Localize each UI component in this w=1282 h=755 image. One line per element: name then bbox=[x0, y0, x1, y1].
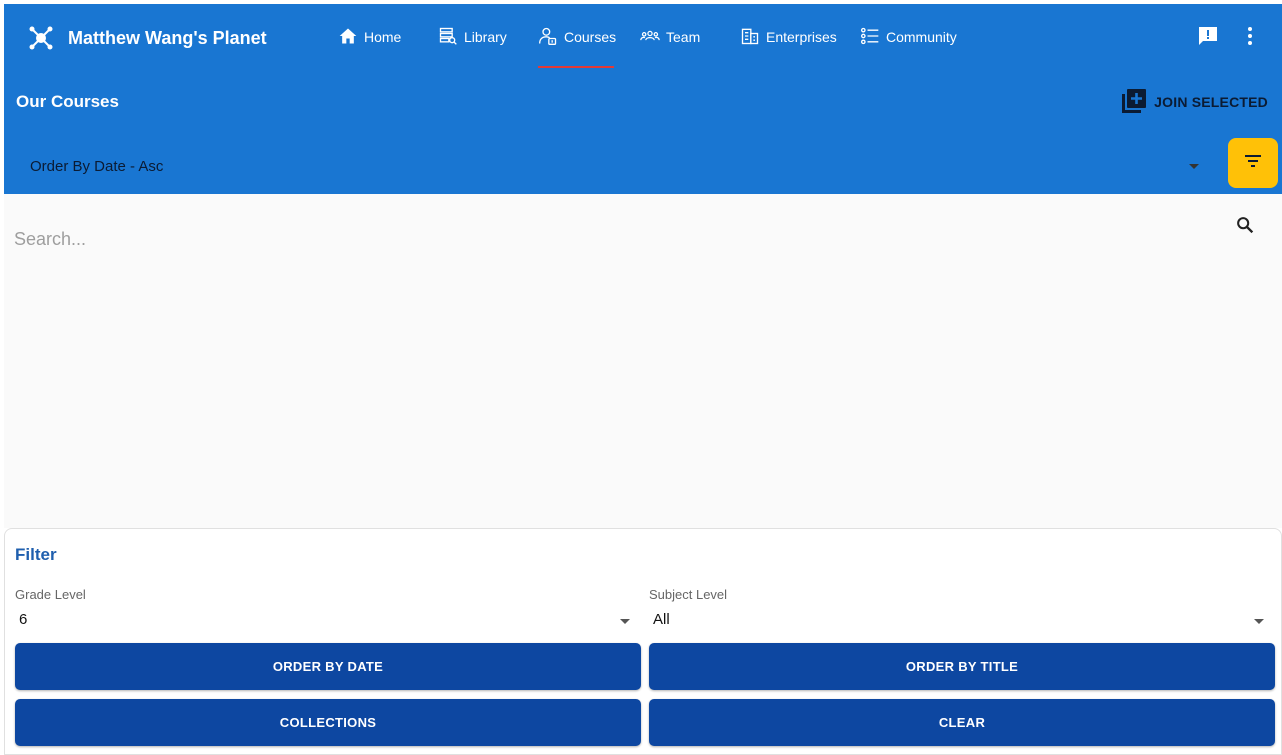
more-vert-icon[interactable] bbox=[1238, 24, 1262, 48]
join-selected-button[interactable]: JOIN SELECTED bbox=[1120, 86, 1268, 118]
arrow-drop-down-icon bbox=[1188, 158, 1200, 175]
grade-level-select[interactable]: Grade Level 6 bbox=[15, 585, 641, 633]
nav-community[interactable]: Community bbox=[860, 24, 957, 50]
courses-icon bbox=[538, 26, 558, 49]
top-app-bar: Matthew Wang's Planet Home Library Cours… bbox=[4, 4, 1282, 194]
join-selected-label: JOIN SELECTED bbox=[1154, 94, 1268, 110]
enterprises-icon bbox=[740, 26, 760, 49]
grade-level-value: 6 bbox=[19, 611, 28, 628]
planet-logo-icon bbox=[26, 23, 56, 53]
filter-list-icon bbox=[1241, 149, 1265, 178]
nav-courses[interactable]: Courses bbox=[538, 24, 616, 50]
subject-level-select[interactable]: Subject Level All bbox=[649, 585, 1275, 633]
clear-button[interactable]: CLEAR bbox=[649, 699, 1275, 746]
library-add-icon bbox=[1120, 87, 1148, 118]
collections-button[interactable]: COLLECTIONS bbox=[15, 699, 641, 746]
filter-panel: Filter Grade Level 6 Subject Level All O… bbox=[4, 528, 1282, 755]
subject-level-value: All bbox=[653, 611, 670, 628]
nav-team-label: Team bbox=[666, 29, 701, 45]
course-list-area bbox=[4, 194, 1282, 528]
brand[interactable]: Matthew Wang's Planet bbox=[26, 22, 267, 54]
active-tab-indicator bbox=[538, 66, 614, 68]
library-icon bbox=[438, 26, 458, 49]
search-icon[interactable] bbox=[1234, 214, 1256, 236]
grade-level-label: Grade Level bbox=[15, 587, 86, 602]
filter-title: Filter bbox=[15, 545, 57, 564]
community-icon bbox=[860, 26, 880, 49]
nav-team[interactable]: Team bbox=[640, 24, 700, 50]
search-input[interactable] bbox=[14, 222, 1214, 256]
nav-library[interactable]: Library bbox=[438, 24, 507, 50]
arrow-drop-down-icon bbox=[1253, 613, 1265, 631]
nav-home-label: Home bbox=[364, 29, 402, 45]
subject-level-label: Subject Level bbox=[649, 587, 728, 602]
top-actions bbox=[1196, 24, 1262, 48]
app-frame: Matthew Wang's Planet Home Library Cours… bbox=[0, 0, 1282, 755]
team-icon bbox=[640, 26, 660, 49]
feedback-icon[interactable] bbox=[1196, 24, 1220, 48]
nav-community-label: Community bbox=[886, 29, 957, 45]
nav-enterprises[interactable]: Enterprises bbox=[740, 24, 837, 50]
nav-library-label: Library bbox=[464, 29, 507, 45]
order-by-title-button[interactable]: ORDER BY TITLE bbox=[649, 643, 1275, 690]
sort-order-value: Order By Date - Asc bbox=[30, 157, 164, 175]
home-icon bbox=[338, 26, 358, 49]
filter-toggle-button[interactable] bbox=[1228, 138, 1278, 188]
brand-name: Matthew Wang's Planet bbox=[68, 27, 267, 48]
nav-home[interactable]: Home bbox=[338, 24, 401, 50]
page-title: Our Courses bbox=[16, 92, 119, 111]
order-by-date-button[interactable]: ORDER BY DATE bbox=[15, 643, 641, 690]
arrow-drop-down-icon bbox=[619, 613, 631, 631]
nav-courses-label: Courses bbox=[564, 29, 617, 45]
nav-enterprises-label: Enterprises bbox=[766, 29, 837, 45]
sort-order-select[interactable]: Order By Date - Asc bbox=[16, 146, 1214, 186]
